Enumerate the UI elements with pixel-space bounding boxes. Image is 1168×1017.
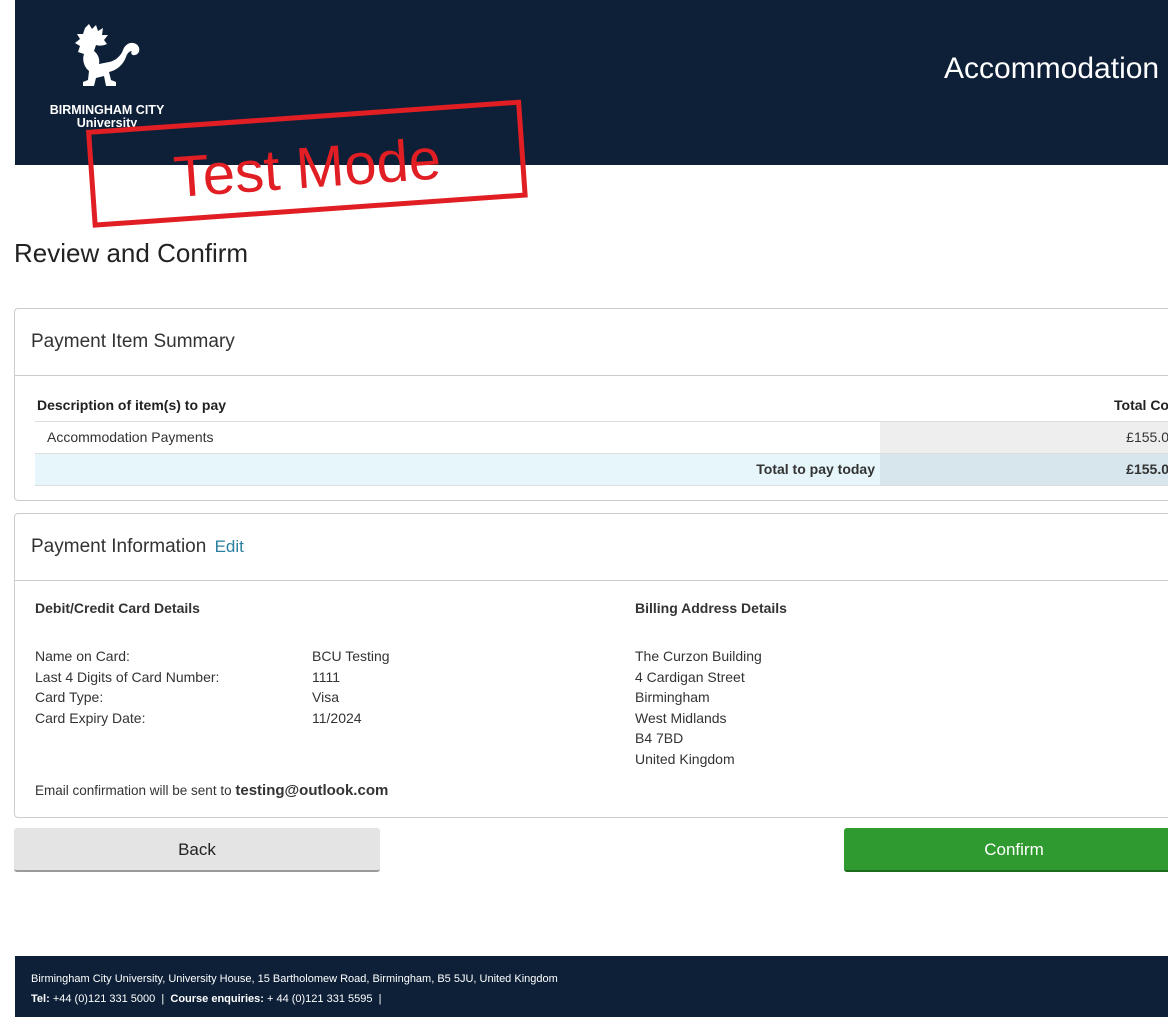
back-button[interactable]: Back [14, 828, 380, 872]
table-header-row: Description of item(s) to pay Total Co [35, 392, 1168, 422]
email-address: testing@outlook.com [235, 782, 389, 799]
address-line: B4 7BD [635, 730, 684, 746]
item-cost: £155.0 [1126, 429, 1168, 445]
card-value: 11/2024 [312, 709, 362, 726]
summary-heading: Payment Item Summary [31, 331, 235, 352]
card-value: 1111 [312, 668, 341, 685]
card-label: Card Expiry Date: [35, 709, 146, 726]
total-label: Total to pay today [756, 461, 875, 477]
total-row: Total to pay today £155.0 [35, 454, 1168, 486]
edit-link[interactable]: Edit [215, 537, 244, 556]
payment-information-panel: Payment Information Edit Debit/Credit Ca… [14, 513, 1168, 818]
card-label: Name on Card: [35, 648, 130, 664]
billing-address: The Curzon Building 4 Cardigan Street Bi… [635, 646, 762, 769]
payment-info-heading: Payment Information [31, 536, 207, 557]
cost-cell [880, 422, 1168, 453]
column-header-description: Description of item(s) to pay [37, 397, 227, 413]
card-value: BCU Testing [312, 648, 390, 664]
table-row: Accommodation Payments £155.0 [35, 422, 1168, 454]
address-line: United Kingdom [635, 750, 735, 767]
total-cell [880, 454, 1168, 485]
card-details-heading: Debit/Credit Card Details [35, 600, 200, 616]
course-enquiries-label: Course enquiries: [170, 993, 264, 1005]
card-labels: Name on Card: Last 4 Digits of Card Numb… [35, 646, 219, 728]
course-enquiries-number[interactable]: + 44 (0)121 331 5595 [267, 993, 373, 1005]
payment-item-summary-panel: Payment Item Summary Description of item… [14, 308, 1168, 501]
page-title: Review and Confirm [14, 238, 249, 268]
footer-address: Birmingham City University, University H… [31, 973, 558, 985]
footer-contact: Tel: +44 (0)121 331 5000 | Course enquir… [31, 993, 381, 1005]
total-value: £155.0 [1126, 461, 1168, 477]
card-label: Last 4 Digits of Card Number: [35, 668, 220, 685]
address-line: 4 Cardigan Street [635, 668, 745, 685]
header-title: Accommodation [944, 52, 1160, 85]
address-line: The Curzon Building [635, 648, 762, 664]
site-footer: Birmingham City University, University H… [15, 956, 1168, 1017]
panel-heading: Payment Information Edit [15, 514, 1168, 581]
separator: | [161, 993, 165, 1005]
tel-label: Tel: [31, 993, 50, 1005]
email-confirmation-text: Email confirmation will be sent to testi… [35, 782, 388, 799]
email-prefix: Email confirmation will be sent to [35, 783, 232, 798]
card-value: Visa [312, 689, 339, 705]
address-line: West Midlands [635, 709, 727, 726]
tel-number[interactable]: +44 (0)121 331 5000 [53, 993, 155, 1005]
panel-heading: Payment Item Summary [15, 309, 1168, 376]
summary-table: Description of item(s) to pay Total Co A… [35, 392, 1168, 486]
billing-address-heading: Billing Address Details [635, 600, 787, 616]
address-line: Birmingham [635, 689, 710, 705]
column-header-total: Total Co [1114, 397, 1168, 413]
separator: | [378, 993, 382, 1005]
item-description: Accommodation Payments [47, 429, 214, 445]
lion-icon [75, 24, 140, 86]
card-values: BCU Testing 1111 Visa 11/2024 [312, 646, 390, 728]
confirm-button[interactable]: Confirm [844, 828, 1168, 872]
card-label: Card Type: [35, 689, 104, 705]
